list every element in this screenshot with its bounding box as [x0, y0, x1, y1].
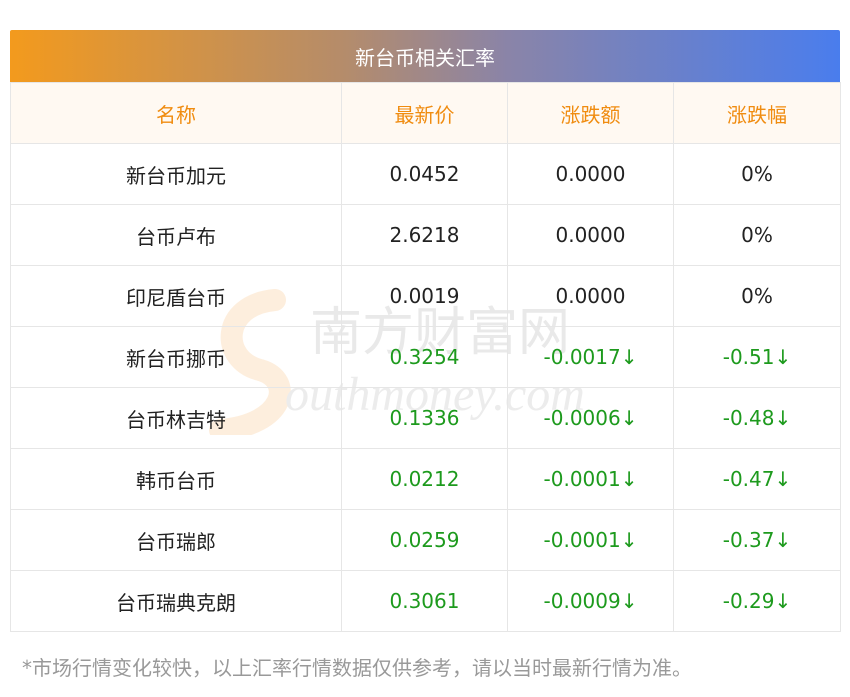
disclaimer-note: *市场行情变化较快，以上汇率行情数据仅供参考，请以当时最新行情为准。 [22, 656, 692, 680]
cell-pct: -0.37↓ [673, 509, 841, 571]
column-header-price: 最新价 [341, 82, 508, 144]
table-row: 台币林吉特 0.1336 -0.0006↓ -0.48↓ [10, 387, 841, 449]
table-row: 新台币挪币 0.3254 -0.0017↓ -0.51↓ [10, 326, 841, 388]
cell-price: 2.6218 [341, 204, 508, 266]
cell-price: 0.0019 [341, 265, 508, 327]
cell-name: 台币卢布 [10, 204, 342, 266]
rate-table: 名称 最新价 涨跌额 涨跌幅 新台币加元 0.0452 0.0000 0% 台币… [10, 82, 841, 632]
cell-price: 0.0452 [341, 143, 508, 205]
table-row: 台币瑞郎 0.0259 -0.0001↓ -0.37↓ [10, 509, 841, 571]
cell-change: -0.0009↓ [507, 570, 674, 632]
cell-change: 0.0000 [507, 265, 674, 327]
cell-pct: 0% [673, 265, 841, 327]
cell-name: 韩币台币 [10, 448, 342, 510]
cell-change: -0.0001↓ [507, 448, 674, 510]
cell-name: 台币瑞典克朗 [10, 570, 342, 632]
page: 南方财富网 outhmoney.com 新台币相关汇率 名称 最新价 涨跌额 涨… [0, 0, 850, 697]
table-header-row: 名称 最新价 涨跌额 涨跌幅 [10, 82, 841, 144]
cell-name: 新台币加元 [10, 143, 342, 205]
cell-pct: 0% [673, 143, 841, 205]
column-header-change: 涨跌额 [507, 82, 674, 144]
cell-name: 台币瑞郎 [10, 509, 342, 571]
cell-change: -0.0017↓ [507, 326, 674, 388]
cell-pct: -0.48↓ [673, 387, 841, 449]
rate-table-container: 新台币相关汇率 名称 最新价 涨跌额 涨跌幅 新台币加元 0.0452 0.00… [10, 30, 841, 632]
cell-price: 0.0212 [341, 448, 508, 510]
cell-change: 0.0000 [507, 143, 674, 205]
cell-price: 0.1336 [341, 387, 508, 449]
cell-change: -0.0001↓ [507, 509, 674, 571]
cell-name: 台币林吉特 [10, 387, 342, 449]
table-row: 台币瑞典克朗 0.3061 -0.0009↓ -0.29↓ [10, 570, 841, 632]
cell-name: 新台币挪币 [10, 326, 342, 388]
column-header-name: 名称 [10, 82, 342, 144]
cell-pct: -0.29↓ [673, 570, 841, 632]
table-row: 韩币台币 0.0212 -0.0001↓ -0.47↓ [10, 448, 841, 510]
cell-price: 0.3254 [341, 326, 508, 388]
cell-pct: 0% [673, 204, 841, 266]
cell-price: 0.3061 [341, 570, 508, 632]
table-title: 新台币相关汇率 [10, 30, 840, 82]
cell-change: 0.0000 [507, 204, 674, 266]
cell-pct: -0.51↓ [673, 326, 841, 388]
cell-name: 印尼盾台币 [10, 265, 342, 327]
table-row: 印尼盾台币 0.0019 0.0000 0% [10, 265, 841, 327]
table-row: 新台币加元 0.0452 0.0000 0% [10, 143, 841, 205]
cell-change: -0.0006↓ [507, 387, 674, 449]
cell-price: 0.0259 [341, 509, 508, 571]
column-header-pct: 涨跌幅 [673, 82, 841, 144]
table-row: 台币卢布 2.6218 0.0000 0% [10, 204, 841, 266]
cell-pct: -0.47↓ [673, 448, 841, 510]
